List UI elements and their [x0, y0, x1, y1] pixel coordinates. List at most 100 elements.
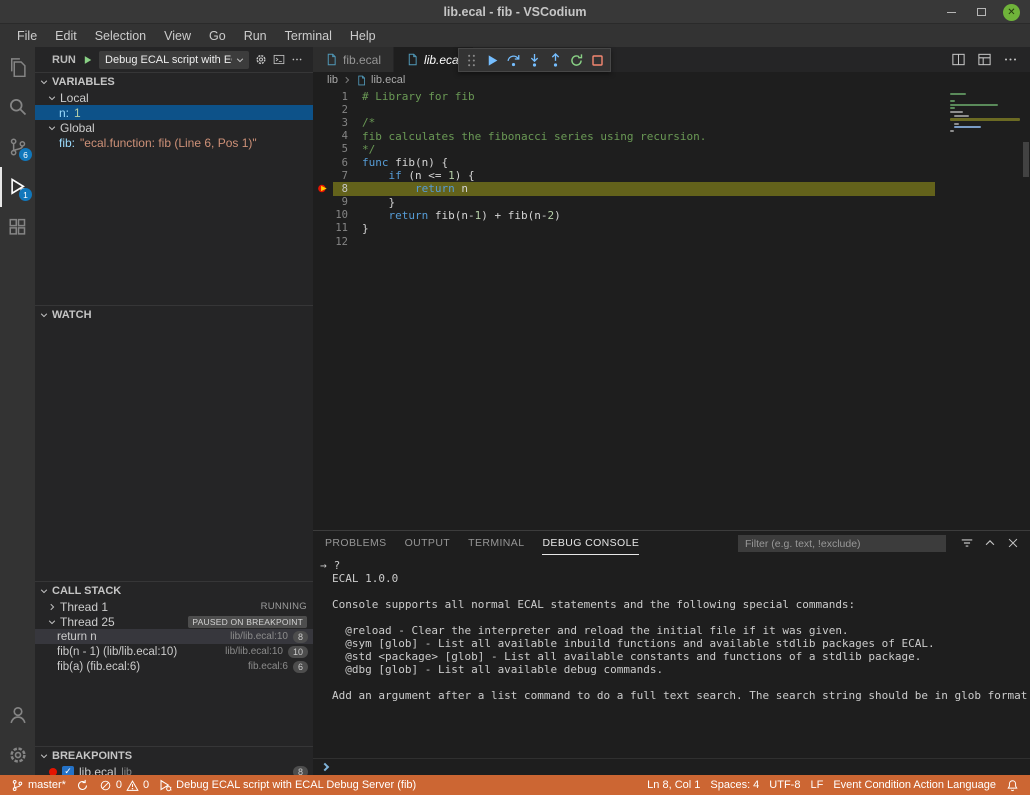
breakpoint-gutter[interactable]: [313, 182, 333, 195]
maximize-panel-icon[interactable]: [983, 536, 997, 550]
code-editor[interactable]: 1# Library for fib 2 3/* 4fib calculates…: [313, 88, 1030, 530]
variables-section: VARIABLES Local n: 1 Global fib: "ecal.f…: [35, 72, 313, 305]
stack-frame[interactable]: fib(n - 1) (lib/lib.ecal:10) lib/lib.eca…: [35, 644, 313, 659]
minimap-mark: [950, 111, 963, 113]
problems-status[interactable]: 0 0: [94, 775, 154, 795]
stack-frame[interactable]: return n lib/lib.ecal:10 8: [35, 629, 313, 644]
menu-go[interactable]: Go: [200, 24, 235, 47]
more-actions-icon[interactable]: [291, 52, 303, 67]
thread-row[interactable]: Thread 25 PAUSED ON BREAKPOINT: [35, 614, 313, 629]
language-mode[interactable]: Event Condition Action Language: [828, 775, 1001, 795]
code-line[interactable]: 6func fib(n) {: [313, 156, 1030, 169]
call-stack-header[interactable]: CALL STACK: [35, 582, 313, 599]
step-over-button[interactable]: [503, 49, 524, 71]
stop-button[interactable]: [587, 49, 608, 71]
step-out-button[interactable]: [545, 49, 566, 71]
activity-settings[interactable]: [0, 735, 35, 775]
breadcrumb-folder[interactable]: lib: [327, 74, 338, 86]
restart-button[interactable]: [566, 49, 587, 71]
scope-local[interactable]: Local: [35, 90, 313, 105]
activity-account[interactable]: [0, 695, 35, 735]
variable-name: fib:: [59, 136, 75, 150]
watch-header[interactable]: WATCH: [35, 306, 313, 323]
continue-button[interactable]: [482, 49, 503, 71]
frame-label: return n: [57, 631, 97, 643]
frame-label: fib(a) (fib.ecal:6): [57, 661, 140, 673]
activity-source-control[interactable]: 6: [0, 127, 35, 167]
notifications-button[interactable]: [1001, 775, 1024, 795]
more-actions-icon[interactable]: [1003, 52, 1018, 67]
maximize-button[interactable]: [973, 4, 990, 21]
menu-edit[interactable]: Edit: [46, 24, 86, 47]
chevron-right-icon: [47, 602, 57, 612]
tab-terminal[interactable]: TERMINAL: [468, 531, 524, 555]
branch-status[interactable]: master*: [6, 775, 71, 795]
variable-n[interactable]: n: 1: [35, 105, 313, 120]
debug-console-input[interactable]: [313, 758, 1030, 775]
code-line[interactable]: 3/*: [313, 116, 1030, 129]
scope-global[interactable]: Global: [35, 120, 313, 135]
minimize-button[interactable]: [943, 4, 960, 21]
code-line[interactable]: 5*/: [313, 143, 1030, 156]
stack-frame[interactable]: fib(a) (fib.ecal:6) fib.ecal:6 6: [35, 659, 313, 674]
console-filter-input[interactable]: [738, 535, 946, 552]
activity-extensions[interactable]: [0, 207, 35, 247]
configure-gear-icon[interactable]: [255, 52, 267, 67]
code-token: func: [362, 156, 389, 169]
debug-session-status[interactable]: Debug ECAL script with ECAL Debug Server…: [154, 775, 421, 795]
code-line[interactable]: 11}: [313, 222, 1030, 235]
tab-problems[interactable]: PROBLEMS: [325, 531, 387, 555]
tab-fib-ecal[interactable]: fib.ecal: [313, 47, 394, 72]
menu-file[interactable]: File: [8, 24, 46, 47]
indentation-status[interactable]: Spaces: 4: [705, 775, 764, 795]
minimap[interactable]: [950, 93, 1020, 134]
menu-run[interactable]: Run: [235, 24, 276, 47]
split-editor-icon[interactable]: [951, 52, 966, 67]
tab-label: lib.ecal: [424, 53, 461, 67]
sync-status[interactable]: [71, 775, 94, 795]
minimap-mark: [950, 130, 954, 132]
editor-scrollbar-thumb[interactable]: [1023, 142, 1029, 177]
breadcrumb-file[interactable]: lib.ecal: [371, 74, 405, 86]
code-line[interactable]: 4fib calculates the fibonacci series usi…: [313, 130, 1030, 143]
debug-console-icon[interactable]: [273, 52, 285, 67]
eol-status[interactable]: LF: [805, 775, 828, 795]
code-line[interactable]: 9 }: [313, 196, 1030, 209]
tab-debug-console[interactable]: DEBUG CONSOLE: [542, 531, 639, 555]
code-line[interactable]: 2: [313, 103, 1030, 116]
debug-config-dropdown[interactable]: Debug ECAL script with ECAL D: [99, 51, 249, 69]
breakpoint-checkbox[interactable]: ✓: [62, 766, 74, 776]
console-prompt-icon: [321, 763, 329, 771]
step-into-button[interactable]: [524, 49, 545, 71]
code-line[interactable]: 12: [313, 235, 1030, 248]
encoding-status[interactable]: UTF-8: [764, 775, 805, 795]
close-panel-icon[interactable]: [1006, 536, 1020, 550]
window-title: lib.ecal - fib - VSCodium: [443, 5, 586, 19]
code-line[interactable]: 10 return fib(n-1) + fib(n-2): [313, 209, 1030, 222]
variable-fib[interactable]: fib: "ecal.function: fib (Line 6, Pos 1)…: [35, 135, 313, 150]
breakpoint-item[interactable]: ✓ lib.ecal lib 8: [35, 764, 313, 775]
activity-explorer[interactable]: [0, 47, 35, 87]
close-button[interactable]: ✕: [1003, 4, 1020, 21]
console-line: [320, 676, 1030, 689]
activity-run-debug[interactable]: 1: [0, 167, 35, 207]
menu-terminal[interactable]: Terminal: [276, 24, 341, 47]
editor-layout-icon[interactable]: [977, 52, 992, 67]
thread-row[interactable]: Thread 1 RUNNING: [35, 599, 313, 614]
breakpoints-header[interactable]: BREAKPOINTS: [35, 747, 313, 764]
code-line[interactable]: 7 if (n <= 1) {: [313, 169, 1030, 182]
code-line[interactable]: 1# Library for fib: [313, 90, 1030, 103]
filter-lines-icon[interactable]: [960, 536, 974, 550]
paused-on-breakpoint-badge: PAUSED ON BREAKPOINT: [188, 616, 307, 628]
variables-header[interactable]: VARIABLES: [35, 73, 313, 90]
start-debugging-icon[interactable]: [82, 53, 93, 67]
toolbar-drag-handle[interactable]: [461, 49, 482, 71]
code-line-current[interactable]: 8 return n: [313, 182, 1030, 195]
search-icon: [8, 97, 28, 117]
tab-output[interactable]: OUTPUT: [405, 531, 451, 555]
cursor-position[interactable]: Ln 8, Col 1: [642, 775, 705, 795]
activity-search[interactable]: [0, 87, 35, 127]
menu-help[interactable]: Help: [341, 24, 385, 47]
menu-view[interactable]: View: [155, 24, 200, 47]
menu-selection[interactable]: Selection: [86, 24, 155, 47]
